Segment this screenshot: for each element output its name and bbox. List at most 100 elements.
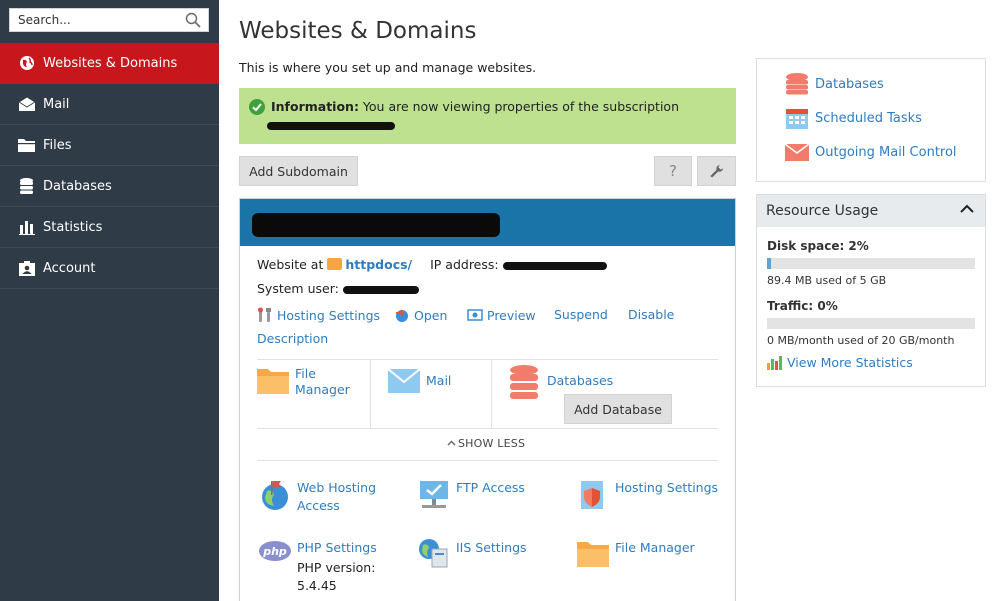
database-icon [18, 178, 35, 194]
redacted-ip-address [502, 261, 607, 270]
sidebar-item-label: Websites & Domains [43, 55, 178, 71]
iis-settings-icon [419, 539, 448, 568]
disk-space-usage: 89.4 MB used of 5 GB [767, 274, 887, 287]
web-hosting-access-line-2: Access [297, 498, 340, 513]
chevron-up-icon[interactable] [960, 204, 974, 214]
search-input[interactable] [10, 9, 175, 31]
calendar-icon [786, 109, 808, 129]
ftp-access-link[interactable]: FTP Access [456, 479, 525, 497]
chevron-up-icon [447, 440, 456, 446]
quick-link-label: Outgoing Mail Control [815, 144, 957, 160]
wrench-icon [710, 164, 724, 178]
view-more-statistics-link[interactable]: View More Statistics [767, 355, 913, 370]
help-icon: ? [669, 162, 677, 180]
quick-link-label: Scheduled Tasks [815, 110, 922, 126]
ftp-access-icon [420, 481, 448, 508]
databases-tile-icon [510, 365, 538, 399]
redacted-system-user [342, 285, 419, 294]
suspend-link[interactable]: Suspend [554, 307, 608, 322]
sidebar-item-mail[interactable]: Mail [0, 84, 219, 125]
disable-link[interactable]: Disable [628, 307, 674, 322]
sidebar-item-account[interactable]: Account [0, 248, 219, 289]
open-icon [396, 309, 408, 322]
sidebar-item-statistics[interactable]: Statistics [0, 207, 219, 248]
sidebar-item-label: Account [43, 260, 96, 276]
php-settings-link[interactable]: PHP Settings [297, 539, 377, 557]
search-icon[interactable] [185, 12, 201, 28]
help-button[interactable]: ? [654, 156, 692, 186]
preview-icon [467, 309, 483, 321]
databases-tile[interactable]: Databases [547, 373, 613, 389]
divider [257, 460, 718, 461]
statistics-icon [18, 219, 35, 235]
tools-icon [258, 307, 271, 322]
add-subdomain-button[interactable]: Add Subdomain [239, 156, 358, 186]
system-user-label: System user: [257, 281, 339, 296]
quick-link-outgoing-mail-control[interactable]: Outgoing Mail Control [785, 141, 957, 163]
folder-icon [327, 258, 343, 270]
sidebar-item-files[interactable]: Files [0, 125, 219, 166]
show-less-label: SHOW LESS [458, 437, 526, 450]
mail-icon [18, 96, 35, 112]
page-title: Websites & Domains [239, 18, 477, 44]
open-label: Open [414, 307, 448, 323]
file-manager-line-1: File [295, 366, 316, 381]
add-database-button[interactable]: Add Database [564, 394, 672, 424]
sidebar-item-websites-domains[interactable]: Websites & Domains [0, 43, 219, 84]
view-more-statistics-label: View More Statistics [787, 355, 913, 370]
traffic-bar [767, 318, 975, 329]
ip-address-label: IP address: [430, 257, 499, 272]
web-hosting-access-icon [262, 481, 288, 510]
settings-tool-button[interactable] [697, 156, 736, 186]
mail-envelope-icon [388, 369, 420, 393]
search-box[interactable] [9, 8, 209, 32]
sidebar: Websites & Domains Mail Files Databases … [0, 0, 219, 601]
sidebar-item-label: Files [43, 137, 72, 153]
sidebar-item-label: Databases [43, 178, 112, 194]
httpdocs-link[interactable]: httpdocs/ [345, 257, 412, 272]
svg-text:php: php [262, 545, 287, 558]
web-hosting-access-link[interactable]: Web Hosting Access [297, 479, 376, 515]
system-user-row: System user: [257, 281, 419, 296]
info-label: Information: [271, 99, 359, 114]
hosting-settings-link[interactable]: Hosting Settings [257, 307, 380, 323]
tile-divider [370, 360, 371, 429]
disk-space-bar [767, 258, 975, 269]
quick-link-label: Databases [815, 76, 884, 92]
open-link[interactable]: Open [394, 307, 447, 323]
disk-space-fill [767, 258, 772, 269]
resource-usage-header[interactable]: Resource Usage [757, 195, 985, 227]
info-message: Information: You are now viewing propert… [239, 88, 736, 144]
info-text: Information: You are now viewing propert… [271, 99, 679, 114]
redacted-subscription-name [267, 122, 395, 130]
sidebar-item-databases[interactable]: Databases [0, 166, 219, 207]
files-icon [18, 137, 35, 153]
preview-link[interactable]: Preview [467, 307, 536, 323]
redacted-domain-name [252, 213, 500, 237]
show-less-toggle[interactable]: SHOW LESS [447, 437, 525, 450]
iis-settings-link[interactable]: IIS Settings [456, 539, 527, 557]
hosting-settings-icon [581, 481, 603, 509]
mail-tile[interactable]: Mail [426, 373, 451, 389]
statistics-icon [767, 356, 782, 370]
file-manager-tile[interactable]: File Manager [295, 366, 350, 398]
hosting-settings-label: Hosting Settings [277, 307, 381, 323]
file-manager-feature-link[interactable]: File Manager [615, 539, 695, 557]
disk-space-label: Disk space: 2% [767, 239, 869, 253]
quick-link-scheduled-tasks[interactable]: Scheduled Tasks [785, 107, 922, 129]
account-icon [18, 260, 35, 276]
quick-link-databases[interactable]: Databases [785, 73, 884, 95]
sidebar-item-label: Statistics [43, 219, 103, 235]
file-manager-folder-icon [257, 369, 289, 394]
hosting-settings-feature-link[interactable]: Hosting Settings [615, 479, 718, 497]
traffic-usage: 0 MB/month used of 20 GB/month [767, 334, 955, 347]
description-link[interactable]: Description [257, 331, 328, 346]
website-at-label: Website at [257, 257, 324, 272]
php-version-value: 5.4.45 [297, 578, 337, 593]
php-version-label: PHP version: [297, 560, 376, 575]
resource-usage-panel: Resource Usage Disk space: 2% 89.4 MB us… [756, 194, 986, 387]
page-description: This is where you set up and manage webs… [239, 60, 537, 75]
quick-links-panel: Databases Scheduled Tasks Outgoing Mail … [756, 58, 986, 182]
website-row: Website at httpdocs/ IP address: [257, 257, 607, 272]
quick-tiles: File Manager Mail Databases Add Database [257, 359, 718, 429]
